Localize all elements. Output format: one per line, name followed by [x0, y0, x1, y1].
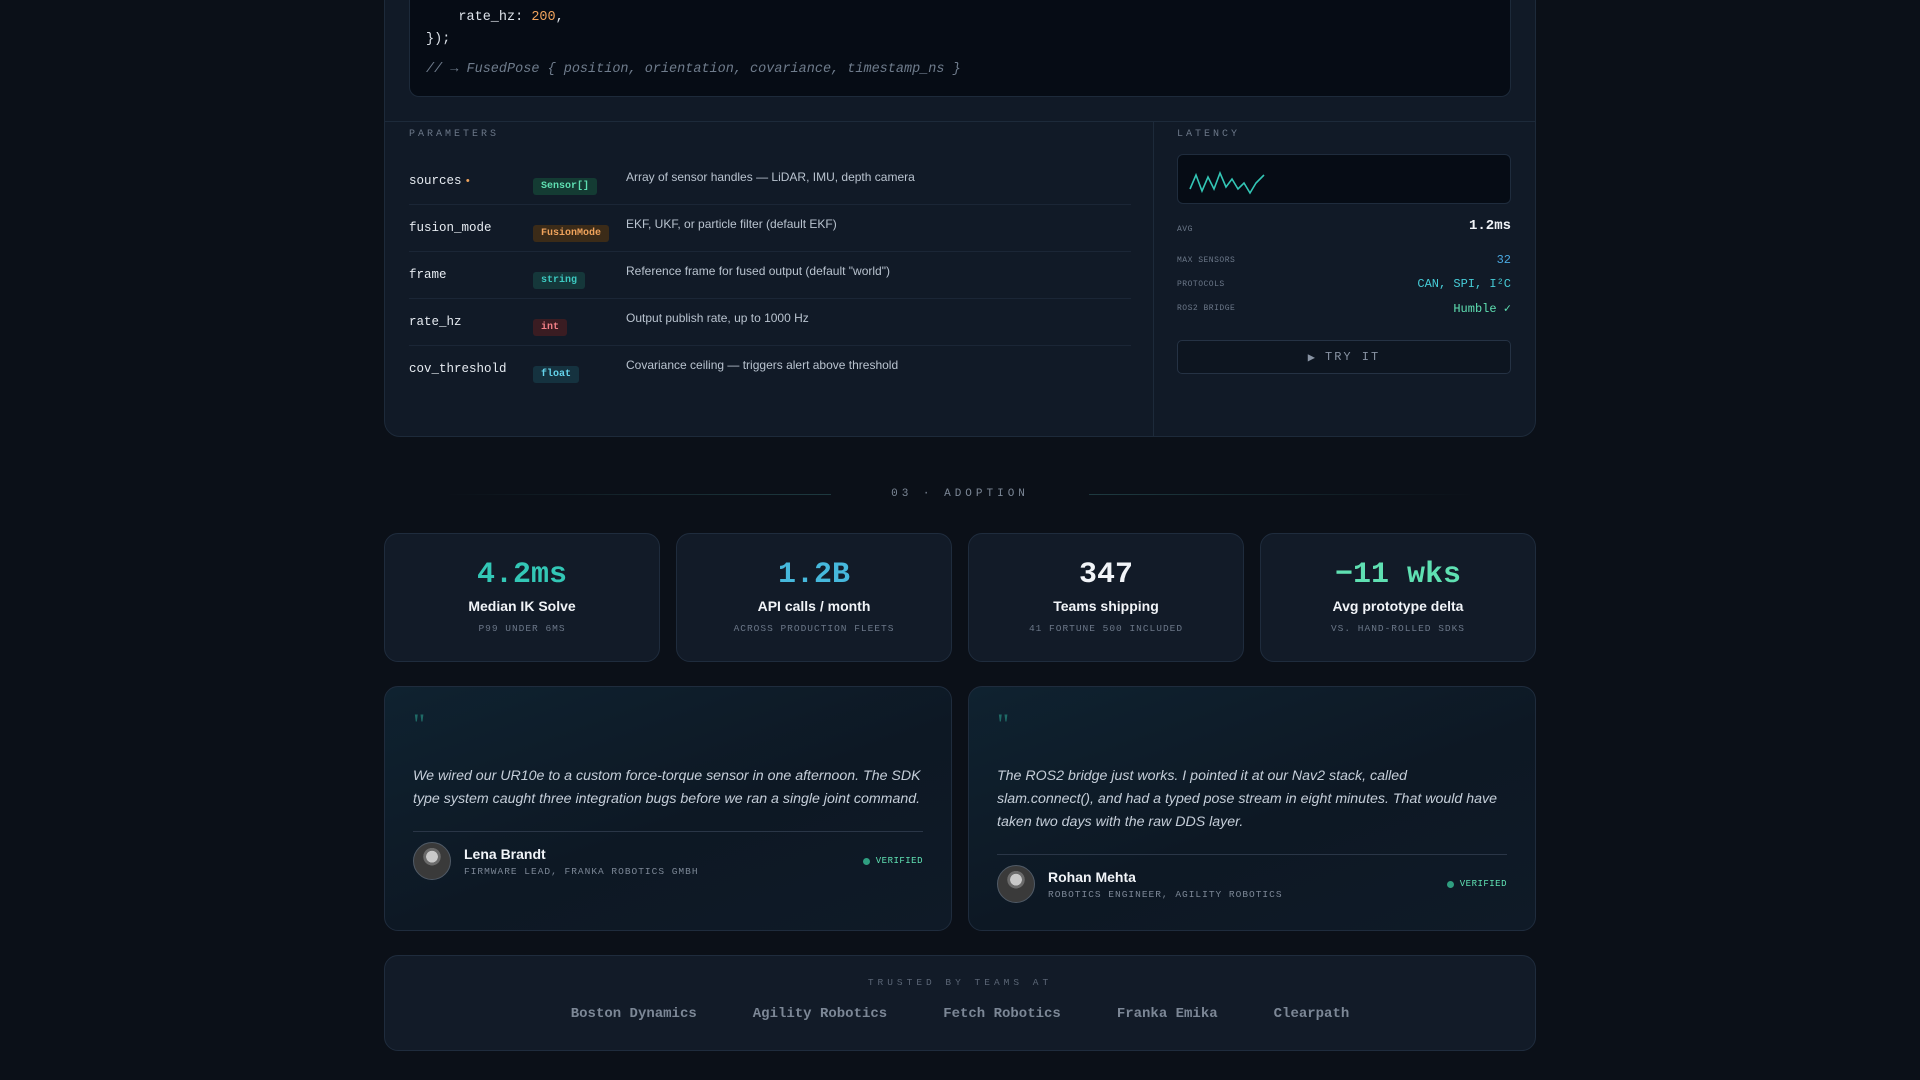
customer-logo: Boston Dynamics [570, 1006, 697, 1022]
param-type-badge: Sensor[] [533, 178, 598, 195]
play-icon: ▶ [1307, 350, 1317, 365]
param-type-badge: FusionMode [533, 225, 610, 242]
adoption-section-heading: 03 · ADOPTION [384, 484, 1536, 504]
spec-row-protocols: PROTOCOLS CAN, SPI, I²C [1177, 272, 1511, 296]
parameters-section: PARAMETERS sources • Sensor[] Array of se… [409, 129, 1131, 393]
param-description: Covariance ceiling — triggers alert abov… [626, 358, 899, 372]
testimonial-author: Rohan Mehta ROBOTICS ENGINEER, AGILITY R… [997, 854, 1507, 903]
metric-label: Avg prototype delta [1332, 598, 1464, 614]
api-reference-panel: rate_hz: 200, }); // → FusedPose { posit… [384, 0, 1536, 437]
metrics-row: 4.2ms Median IK Solve P99 UNDER 6MS 1.2B… [384, 533, 1536, 662]
code-line: rate_hz: 200, [426, 10, 564, 25]
metric-value: −11 wks [1334, 558, 1462, 592]
param-name: cov_threshold [409, 362, 507, 376]
param-name: frame [409, 268, 447, 282]
author-name: Lena Brandt [464, 845, 546, 862]
metric-subtext: VS. HAND-ROLLED SDKS [1330, 623, 1466, 634]
param-type-badge: string [533, 272, 586, 289]
latency-heading: LATENCY [1177, 129, 1241, 140]
customer-logo: Agility Robotics [752, 1006, 888, 1022]
metric-label: Median IK Solve [468, 598, 576, 614]
testimonial-author: Lena Brandt FIRMWARE LEAD, FRANKA ROBOTI… [413, 831, 923, 880]
metric-label: Teams shipping [1053, 598, 1159, 614]
avatar [997, 865, 1035, 903]
param-name: rate_hz [409, 315, 462, 329]
parameters-table: sources • Sensor[] Array of sensor handle… [409, 158, 1131, 393]
metric-value: 347 [1078, 558, 1133, 592]
quote-icon: " [413, 708, 426, 741]
param-description: EKF, UKF, or particle filter (default EK… [626, 217, 837, 231]
trusted-heading: TRUSTED BY TEAMS AT [867, 977, 1053, 988]
verified-badge: VERIFIED [862, 856, 923, 866]
testimonial-quote: The ROS2 bridge just works. I pointed it… [997, 768, 1497, 830]
param-row-fusion-mode: fusion_mode FusionMode EKF, UKF, or part… [409, 205, 1131, 252]
latency-section: LATENCY AVG 1.2ms MAX SENSORS 32 PROTOCO… [1177, 129, 1511, 374]
divider [1088, 493, 1477, 495]
metric-subtext: ACROSS PRODUCTION FLEETS [733, 623, 895, 634]
spec-value: Humble ✓ [1453, 301, 1511, 316]
metric-value: 1.2B [777, 558, 850, 592]
param-row-rate-hz: rate_hz int Output publish rate, up to 1… [409, 299, 1131, 346]
status-dot-icon [862, 857, 870, 865]
spec-label: MAX SENSORS [1177, 255, 1236, 265]
metric-subtext: 41 FORTUNE 500 INCLUDED [1028, 623, 1184, 634]
latency-sparkline [1177, 154, 1511, 204]
author-role: FIRMWARE LEAD, FRANKA ROBOTICS GMBH [464, 865, 699, 877]
param-row-sources: sources • Sensor[] Array of sensor handle… [409, 158, 1131, 205]
metric-card-api-calls: 1.2B API calls / month ACROSS PRODUCTION… [676, 533, 952, 662]
divider [385, 121, 1535, 122]
avg-label: AVG [1177, 225, 1193, 234]
spec-label: ROS2 BRIDGE [1177, 303, 1236, 313]
verified-badge: VERIFIED [1446, 879, 1507, 889]
testimonial-card: " We wired our UR10e to a custom force-t… [384, 686, 952, 931]
metric-card-ik-solve: 4.2ms Median IK Solve P99 UNDER 6MS [384, 533, 660, 662]
metric-card-prototype-delta: −11 wks Avg prototype delta VS. HAND-ROL… [1260, 533, 1536, 662]
author-name: Rohan Mehta [1048, 868, 1136, 885]
spec-value: CAN, SPI, I²C [1417, 277, 1511, 291]
metric-card-teams-shipping: 347 Teams shipping 41 FORTUNE 500 INCLUD… [968, 533, 1244, 662]
customer-logo: Fetch Robotics [943, 1006, 1061, 1022]
section-title: 03 · ADOPTION [891, 488, 1029, 500]
try-it-button[interactable]: ▶ TRY IT [1177, 340, 1511, 374]
param-description: Array of sensor handles — LiDAR, IMU, de… [626, 170, 915, 184]
param-name: fusion_mode [409, 221, 492, 235]
testimonial-card: " The ROS2 bridge just works. I pointed … [968, 686, 1536, 931]
testimonial-quote: We wired our UR10e to a custom force-tor… [413, 768, 921, 807]
spec-row-ros2-bridge: ROS2 BRIDGE Humble ✓ [1177, 296, 1511, 320]
param-name: sources • [409, 174, 472, 188]
trusted-by-strip: TRUSTED BY TEAMS AT Boston Dynamics Agil… [384, 955, 1536, 1051]
author-role: ROBOTICS ENGINEER, AGILITY ROBOTICS [1048, 888, 1283, 900]
sparkline-chart [1189, 170, 1265, 195]
required-marker: • [464, 176, 472, 188]
spec-row-max-sensors: MAX SENSORS 32 [1177, 248, 1511, 272]
param-type-badge: int [533, 319, 568, 336]
spec-list: MAX SENSORS 32 PROTOCOLS CAN, SPI, I²C R… [1177, 248, 1511, 320]
metric-value: 4.2ms [476, 558, 567, 592]
customer-logos: Boston Dynamics Agility Robotics Fetch R… [571, 1006, 1350, 1022]
spec-value: 32 [1496, 253, 1511, 267]
testimonials-row: " We wired our UR10e to a custom force-t… [384, 686, 1536, 931]
param-description: Reference frame for fused output (defaul… [626, 264, 890, 278]
code-comment: // → FusedPose { position, orientation, … [426, 62, 961, 77]
parameters-heading: PARAMETERS [409, 129, 500, 140]
code-line: }); [426, 32, 451, 47]
avg-value: 1.2ms [1468, 218, 1511, 234]
param-description: Output publish rate, up to 1000 Hz [626, 311, 809, 325]
divider [444, 493, 832, 495]
avatar [413, 842, 451, 880]
metric-label: API calls / month [757, 598, 871, 614]
quote-icon: " [997, 708, 1010, 741]
param-type-badge: float [533, 366, 580, 383]
param-row-frame: frame string Reference frame for fused o… [409, 252, 1131, 299]
spec-label: PROTOCOLS [1177, 279, 1225, 289]
code-example: rate_hz: 200, }); // → FusedPose { posit… [409, 0, 1511, 97]
customer-logo: Franka Emika [1116, 1006, 1218, 1022]
try-it-label: TRY IT [1325, 350, 1381, 364]
metric-subtext: P99 UNDER 6MS [478, 623, 566, 634]
status-dot-icon [1446, 880, 1454, 888]
param-row-cov-threshold: cov_threshold float Covariance ceiling —… [409, 346, 1131, 393]
divider [1153, 122, 1154, 436]
customer-logo: Clearpath [1273, 1006, 1350, 1022]
latency-average: AVG 1.2ms [1177, 212, 1511, 234]
